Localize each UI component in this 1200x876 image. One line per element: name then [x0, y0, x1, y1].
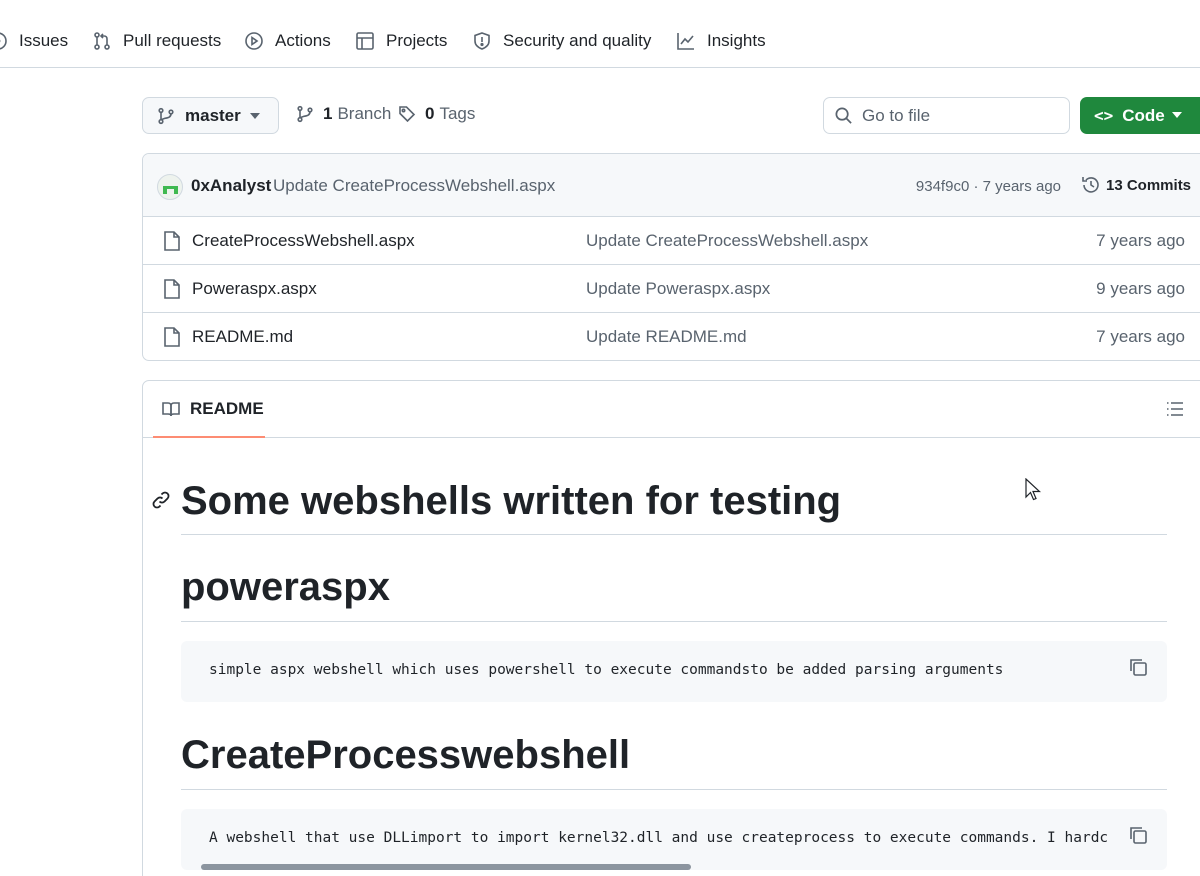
tag-icon: [399, 106, 416, 123]
repo-nav: Issues Pull requests Actions Projects Se…: [0, 0, 1200, 68]
git-pull-request-icon: [94, 32, 110, 50]
nav-label: Issues: [19, 31, 69, 50]
branches-link[interactable]: 1 Branch: [296, 104, 391, 124]
code-icon: <>: [1094, 106, 1114, 125]
code-button-label: Code: [1122, 105, 1165, 125]
commits-link[interactable]: 13 Commits: [1081, 175, 1191, 195]
readme-title-block: Some webshells written for testing: [181, 478, 1167, 535]
nav-label: Insights: [707, 31, 766, 50]
commits-count: 13 Commits: [1106, 176, 1192, 194]
nav-actions[interactable]: Actions: [244, 28, 331, 54]
outline-list-icon[interactable]: [1165, 399, 1185, 419]
go-to-file-input[interactable]: [862, 105, 1052, 126]
search-icon: [835, 107, 852, 124]
branch-name: master: [185, 105, 241, 125]
code-block: simple aspx webshell which uses powershe…: [181, 641, 1167, 702]
copy-icon[interactable]: [1127, 824, 1149, 846]
readme-tab-label: README: [190, 398, 264, 418]
chevron-down-icon: [1172, 112, 1182, 118]
commit-author[interactable]: 0xAnalyst: [191, 176, 271, 196]
section-heading-block: poweraspx: [181, 564, 1167, 622]
history-icon: [1082, 177, 1099, 193]
nav-label: Actions: [275, 31, 331, 50]
file-row[interactable]: Poweraspx.aspx Update Poweraspx.aspx 9 y…: [143, 265, 1200, 313]
branches-label: Branch: [337, 104, 392, 123]
file-name[interactable]: Poweraspx.aspx: [192, 279, 317, 299]
git-branch-icon: [297, 105, 313, 123]
tags-count: 0: [425, 104, 435, 123]
chevron-down-icon: [250, 113, 260, 119]
file-icon: [164, 231, 180, 251]
graph-icon: [677, 33, 694, 50]
horizontal-scrollbar[interactable]: [201, 864, 691, 870]
file-commit-message[interactable]: Update README.md: [586, 327, 747, 347]
file-table: 0xAnalyst Update CreateProcessWebshell.a…: [142, 153, 1200, 361]
readme-header: README: [143, 381, 1200, 438]
code-block: A webshell that use DLLimport to import …: [181, 809, 1167, 870]
file-row[interactable]: README.md Update README.md 7 years ago: [143, 313, 1200, 360]
file-age: 9 years ago: [1096, 279, 1185, 298]
shield-icon: [474, 32, 490, 50]
tags-link[interactable]: 0 Tags: [398, 104, 475, 124]
branch-selector[interactable]: master: [142, 97, 279, 134]
latest-commit-bar: 0xAnalyst Update CreateProcessWebshell.a…: [143, 154, 1200, 217]
readme-panel: README Some webshells written for testin…: [142, 380, 1200, 876]
commit-sha-age[interactable]: 934f9c0 · 7 years ago: [916, 178, 1061, 195]
nav-pull-requests[interactable]: Pull requests: [92, 28, 221, 54]
nav-label: Projects: [386, 31, 448, 50]
file-commit-message[interactable]: Update CreateProcessWebshell.aspx: [586, 231, 868, 251]
git-branch-icon: [158, 107, 174, 124]
nav-label: Security and quality: [503, 31, 652, 50]
file-icon: [164, 279, 180, 299]
table-icon: [356, 32, 374, 50]
code-button[interactable]: <> Code: [1080, 97, 1200, 134]
nav-security[interactable]: Security and quality: [472, 28, 651, 54]
nav-projects[interactable]: Projects: [355, 28, 447, 54]
code-text: A webshell that use DLLimport to import …: [209, 830, 1109, 846]
commit-message[interactable]: Update CreateProcessWebshell.aspx: [273, 176, 555, 196]
section-heading: poweraspx: [181, 565, 390, 609]
avatar[interactable]: [157, 174, 183, 200]
link-icon[interactable]: [151, 490, 171, 510]
branches-count: 1: [323, 104, 333, 123]
nav-issues[interactable]: Issues: [0, 28, 68, 54]
file-row[interactable]: CreateProcessWebshell.aspx Update Create…: [143, 217, 1200, 265]
copy-icon[interactable]: [1127, 656, 1149, 678]
tags-label: Tags: [439, 104, 476, 123]
file-commit-message[interactable]: Update Poweraspx.aspx: [586, 279, 770, 299]
mouse-cursor-icon: [1025, 478, 1041, 501]
code-text: simple aspx webshell which uses powershe…: [209, 662, 1004, 678]
tab-readme[interactable]: README: [153, 381, 265, 438]
play-circle-icon: [245, 32, 263, 50]
nav-insights[interactable]: Insights: [676, 28, 766, 54]
nav-label: Pull requests: [123, 31, 222, 50]
file-age: 7 years ago: [1096, 231, 1185, 250]
issue-circle-icon: [0, 32, 7, 50]
file-name[interactable]: CreateProcessWebshell.aspx: [192, 231, 415, 251]
go-to-file-field[interactable]: [823, 97, 1070, 134]
file-age: 7 years ago: [1096, 327, 1185, 346]
file-icon: [164, 327, 180, 347]
readme-title: Some webshells written for testing: [181, 479, 842, 523]
file-name[interactable]: README.md: [192, 327, 293, 347]
section-heading-block: CreateProcesswebshell: [181, 732, 1167, 790]
book-icon: [162, 401, 180, 416]
section-heading: CreateProcesswebshell: [181, 733, 631, 777]
